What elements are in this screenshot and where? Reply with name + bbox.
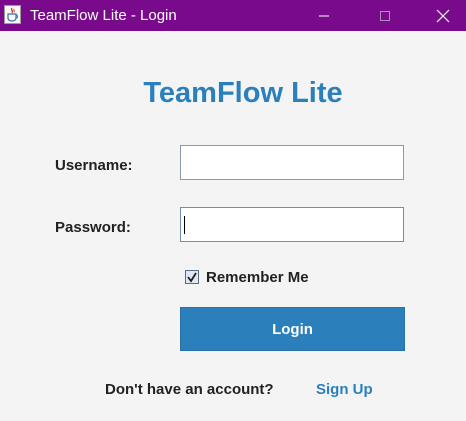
login-button[interactable]: Login <box>180 307 405 351</box>
window-title: TeamFlow Lite - Login <box>30 7 177 24</box>
maximize-icon <box>380 10 390 21</box>
remember-me-label: Remember Me <box>206 268 309 286</box>
password-label: Password: <box>55 219 131 236</box>
title-bar: TeamFlow Lite - Login <box>0 0 466 31</box>
login-panel: TeamFlow Lite Username: Password: Rememb… <box>0 31 466 421</box>
remember-me-checkbox[interactable] <box>185 270 199 284</box>
app-title: TeamFlow Lite <box>143 77 343 109</box>
minimize-icon <box>319 15 329 16</box>
minimize-button[interactable] <box>301 0 347 31</box>
maximize-button[interactable] <box>362 0 408 31</box>
close-button[interactable] <box>420 0 466 31</box>
no-account-text: Don't have an account? <box>105 381 274 398</box>
remember-me-option[interactable]: Remember Me <box>185 268 309 286</box>
java-cup-icon <box>4 5 21 24</box>
text-caret <box>184 216 185 234</box>
close-icon <box>436 9 450 22</box>
username-input[interactable] <box>180 145 404 180</box>
checkmark-icon <box>187 272 197 283</box>
signup-link[interactable]: Sign Up <box>316 381 373 398</box>
username-label: Username: <box>55 157 133 174</box>
password-input[interactable] <box>180 207 404 242</box>
